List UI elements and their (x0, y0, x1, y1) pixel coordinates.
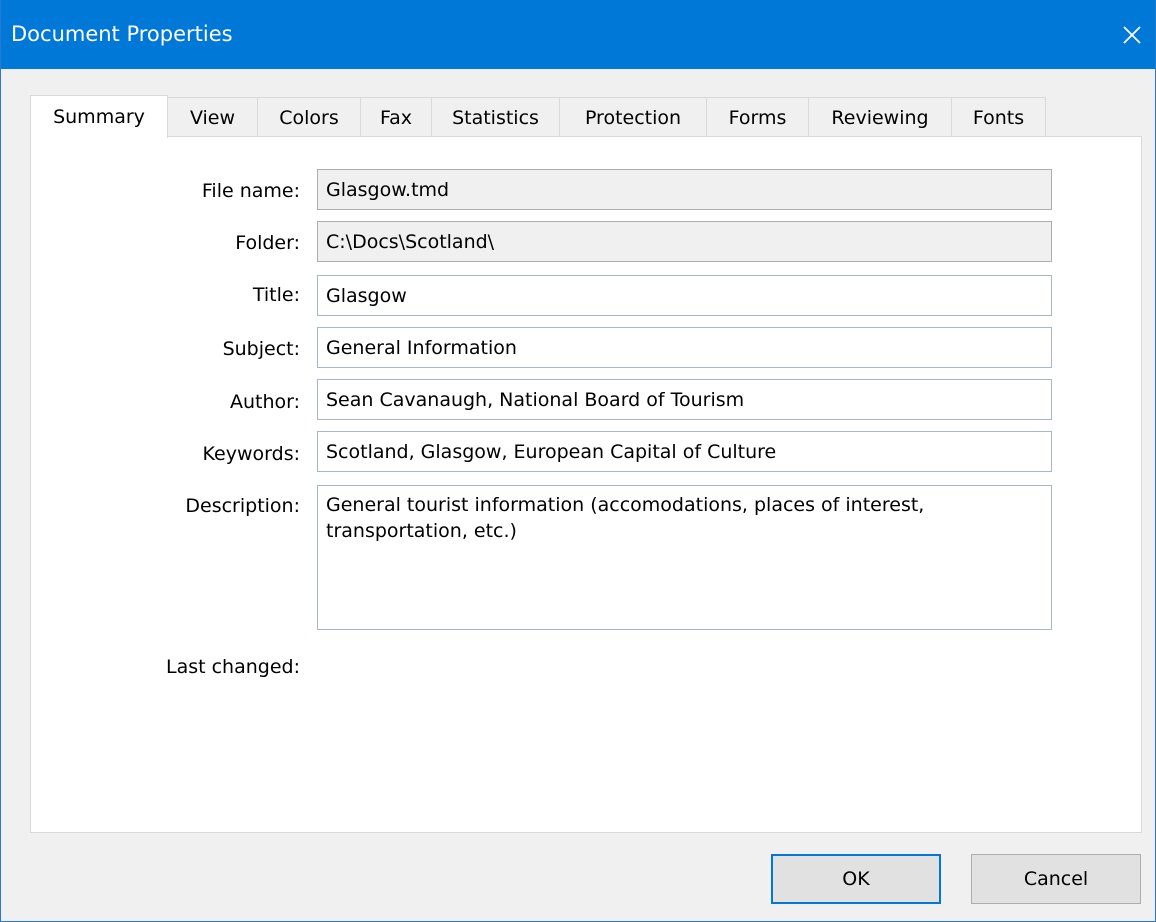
folder-field[interactable] (317, 221, 1052, 262)
tab-label: Fonts (972, 106, 1025, 129)
tab-summary[interactable]: Summary (30, 95, 168, 138)
author-field[interactable] (317, 379, 1052, 420)
tab-label: View (189, 106, 236, 129)
tab-statistics[interactable]: Statistics (431, 97, 560, 137)
tab-label: Protection (584, 106, 682, 129)
last-changed-label: Last changed: (165, 656, 300, 678)
title-label: Title: (252, 284, 300, 306)
author-label: Author: (229, 391, 300, 413)
document-properties-dialog: Document Properties Summary View Colors … (0, 0, 1156, 922)
file-name-label: File name: (201, 180, 300, 202)
tab-fax[interactable]: Fax (360, 97, 432, 137)
title-field[interactable] (317, 275, 1052, 316)
tab-forms[interactable]: Forms (706, 97, 809, 137)
description-label: Description: (185, 495, 300, 517)
close-icon (1122, 25, 1142, 45)
tab-label: Statistics (452, 106, 539, 129)
window-title: Document Properties (11, 22, 233, 46)
tab-view[interactable]: View (167, 97, 258, 137)
tab-label: Summary (53, 106, 145, 128)
tab-protection[interactable]: Protection (559, 97, 707, 137)
description-field[interactable]: General tourist information (accomodatio… (317, 485, 1052, 630)
keywords-field[interactable] (317, 431, 1052, 472)
keywords-label: Keywords: (202, 443, 300, 465)
tab-fonts[interactable]: Fonts (951, 97, 1046, 137)
folder-label: Folder: (235, 232, 300, 254)
tab-label: Forms (728, 106, 787, 129)
close-button[interactable] (1109, 0, 1155, 69)
tab-strip: Summary View Colors Fax Statistics Prote… (30, 95, 1046, 138)
file-name-field[interactable] (317, 169, 1052, 210)
cancel-button[interactable]: Cancel (971, 854, 1141, 904)
tab-label: Fax (379, 106, 413, 129)
tab-label: Colors (279, 106, 339, 129)
tab-colors[interactable]: Colors (257, 97, 361, 137)
tab-reviewing[interactable]: Reviewing (808, 97, 952, 137)
ok-button[interactable]: OK (771, 854, 941, 904)
subject-label: Subject: (222, 338, 300, 360)
subject-field[interactable] (317, 327, 1052, 368)
tab-label: Reviewing (831, 106, 929, 129)
title-bar[interactable]: Document Properties (1, 0, 1155, 69)
